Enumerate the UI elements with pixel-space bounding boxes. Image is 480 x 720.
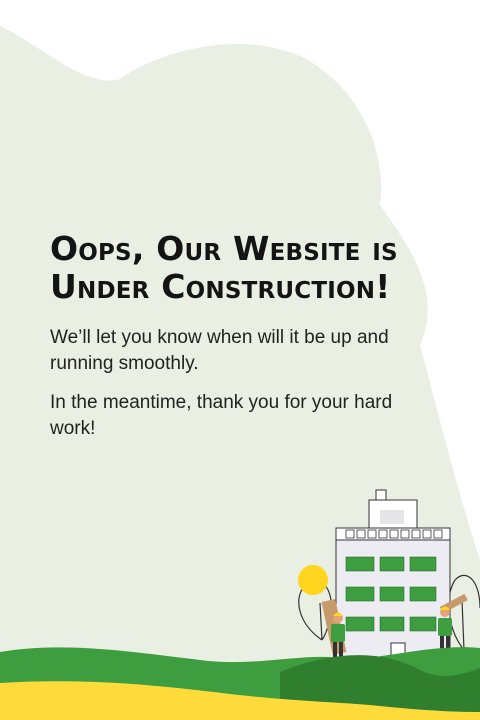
sun-icon	[298, 565, 328, 595]
building-icon	[335, 489, 451, 666]
ground	[0, 647, 480, 720]
construction-illustration	[0, 489, 480, 720]
